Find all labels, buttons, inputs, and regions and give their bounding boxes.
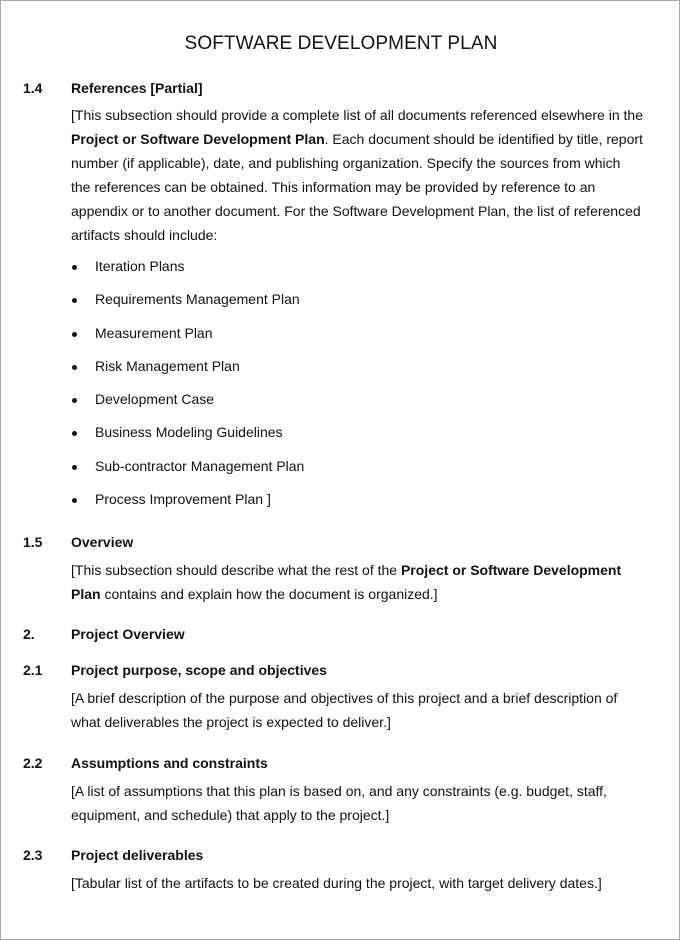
bullet-icon xyxy=(72,464,77,470)
list-item-text: Development Case xyxy=(95,391,215,408)
section-body-2-3: [Tabular list of the artifacts to be cre… xyxy=(71,871,661,895)
section-number: 2. xyxy=(23,626,35,642)
text-run: [This subsection should provide a comple… xyxy=(71,107,643,123)
section-title: Project deliverables xyxy=(71,847,204,863)
bullet-icon xyxy=(72,265,77,270)
text-run: [A list of assumptions that this plan is… xyxy=(71,783,607,799)
paragraph-line: [A brief description of the purpose and … xyxy=(71,686,661,710)
paragraph-line: equipment, and schedule) that apply to t… xyxy=(71,803,661,827)
paragraph-line: artifacts should include: xyxy=(71,223,661,247)
paragraph-line: what deliverables the project is expecte… xyxy=(71,710,661,734)
text-run: equipment, and schedule) that apply to t… xyxy=(71,807,390,823)
bullet-icon xyxy=(72,498,77,504)
paragraph-line: appendix or to another document. For the… xyxy=(71,199,661,223)
bullet-icon xyxy=(72,298,77,304)
list-item-text: Risk Management Plan xyxy=(95,357,240,374)
text-run: appendix or to another document. For the… xyxy=(71,203,641,219)
section-title: Project purpose, scope and objectives xyxy=(71,662,327,678)
section-body-2-1: [A brief description of the purpose and … xyxy=(71,686,661,734)
paragraph-line: the references can be obtained. This inf… xyxy=(71,175,661,199)
section-title: Project Overview xyxy=(71,626,185,642)
document-page: SOFTWARE DEVELOPMENT PLAN 1.4 References… xyxy=(0,0,680,940)
section-title: References [Partial] xyxy=(71,80,203,96)
section-number: 2.3 xyxy=(23,847,43,863)
list-item-text: Business Modeling Guidelines xyxy=(95,424,283,441)
paragraph-line: number (if applicable), date, and publis… xyxy=(71,151,661,175)
text-run: number (if applicable), date, and publis… xyxy=(71,155,621,171)
text-run: [A brief description of the purpose and … xyxy=(71,690,618,706)
text-run: . Each document should be identified by … xyxy=(324,131,643,147)
list-item-text: Requirements Management Plan xyxy=(95,291,300,308)
bold-text: Plan xyxy=(71,586,101,602)
section-title: Assumptions and constraints xyxy=(71,755,268,771)
paragraph-line: [Tabular list of the artifacts to be cre… xyxy=(71,871,661,895)
list-item-text: Sub-contractor Management Plan xyxy=(95,457,305,474)
text-run: contains and explain how the document is… xyxy=(100,586,438,602)
text-run: [This subsection should describe what th… xyxy=(71,562,401,578)
document-title: SOFTWARE DEVELOPMENT PLAN xyxy=(184,33,498,54)
paragraph-line: [A list of assumptions that this plan is… xyxy=(71,779,661,803)
section-title: Overview xyxy=(71,534,134,550)
section-number: 1.5 xyxy=(23,534,43,550)
bullet-icon xyxy=(72,398,77,404)
paragraph-line: [This subsection should provide a comple… xyxy=(71,103,661,127)
section-body-1-4: [This subsection should provide a comple… xyxy=(71,103,661,247)
list-item-text: Iteration Plans xyxy=(95,258,185,274)
bullet-icon xyxy=(72,364,77,370)
section-body-1-5: [This subsection should describe what th… xyxy=(71,558,661,606)
bullet-icon xyxy=(72,331,77,337)
text-run: the references can be obtained. This inf… xyxy=(71,179,596,195)
text-run: what deliverables the project is expecte… xyxy=(71,714,391,730)
text-run: [Tabular list of the artifacts to be cre… xyxy=(71,875,602,891)
paragraph-line: Plan contains and explain how the docume… xyxy=(71,582,661,606)
section-number: 1.4 xyxy=(23,80,43,96)
bullet-icon xyxy=(72,431,77,437)
paragraph-line: [This subsection should describe what th… xyxy=(71,558,661,582)
bold-text: Project or Software Development xyxy=(400,562,622,578)
section-number: 2.2 xyxy=(23,755,43,771)
text-run: artifacts should include: xyxy=(71,227,218,243)
section-body-2-2: [A list of assumptions that this plan is… xyxy=(71,779,661,827)
list-item-text: Measurement Plan xyxy=(95,324,213,341)
section-number: 2.1 xyxy=(23,662,43,678)
list-item-text: Process Improvement Plan ] xyxy=(95,491,271,508)
paragraph-line: Project or Software Development Plan. Ea… xyxy=(71,127,661,151)
bold-text: Project or Software Development Plan xyxy=(71,131,325,147)
